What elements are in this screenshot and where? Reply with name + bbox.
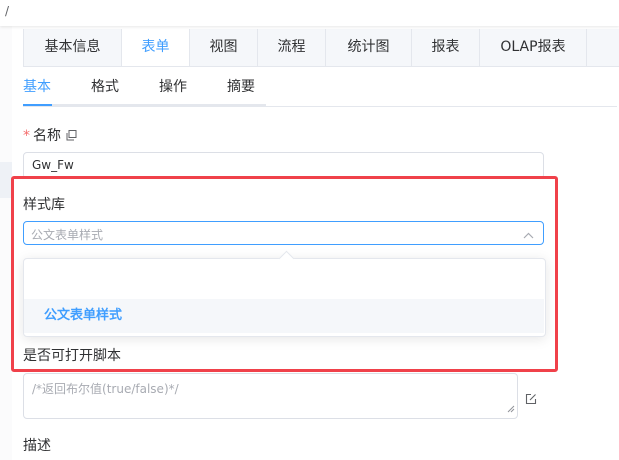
- subtab-ink-track: [23, 104, 266, 106]
- required-mark: *: [23, 128, 30, 144]
- name-label: * 名称: [23, 125, 77, 145]
- tab-form[interactable]: 表单: [122, 29, 190, 66]
- sub-tabs: 基本 格式 操作 摘要: [23, 67, 617, 107]
- style-library-dropdown: 公文表单样式: [23, 250, 546, 337]
- name-label-text: 名称: [33, 128, 61, 144]
- name-input[interactable]: Gw_Fw: [23, 152, 544, 179]
- subtab-summary[interactable]: 摘要: [227, 67, 255, 106]
- tab-olap-report[interactable]: OLAP报表: [480, 29, 587, 66]
- script-textarea[interactable]: /*返回布尔值(true/false)*/: [23, 373, 518, 419]
- script-label: 是否可打开脚本: [23, 348, 121, 364]
- style-library-select[interactable]: 公文表单样式: [23, 221, 544, 245]
- subtab-operation[interactable]: 操作: [159, 67, 187, 106]
- tab-report[interactable]: 报表: [412, 29, 480, 66]
- subtab-active-indicator: [23, 104, 52, 106]
- script-placeholder: /*返回布尔值(true/false)*/: [32, 382, 179, 396]
- tab-view[interactable]: 视图: [190, 29, 258, 66]
- tab-statistics-chart[interactable]: 统计图: [326, 29, 412, 66]
- resize-grip-icon[interactable]: [507, 402, 515, 416]
- edit-icon[interactable]: [525, 390, 537, 409]
- chevron-up-icon[interactable]: [523, 228, 534, 242]
- dropdown-arrow: [278, 250, 295, 267]
- main-tabs: 基本信息 表单 视图 流程 统计图 报表 OLAP报表: [23, 29, 619, 67]
- tab-workflow[interactable]: 流程: [258, 29, 326, 66]
- description-label: 描述: [23, 438, 51, 454]
- breadcrumb-separator: /: [5, 4, 10, 18]
- copy-icon[interactable]: [66, 129, 77, 145]
- subtab-format[interactable]: 格式: [91, 67, 119, 106]
- subtab-basic[interactable]: 基本: [23, 67, 51, 106]
- form-design-panel: 基本信息 表单 视图 流程 统计图 报表 OLAP报表 基本 格式 操作 摘要 …: [12, 26, 619, 460]
- sidebar-active-marker[interactable]: [0, 162, 12, 198]
- dropdown-option-official-doc-style[interactable]: 公文表单样式: [24, 299, 544, 333]
- tab-basic-info[interactable]: 基本信息: [24, 29, 122, 66]
- style-library-placeholder: 公文表单样式: [31, 228, 104, 242]
- top-bar: /: [0, 0, 619, 26]
- style-library-label: 样式库: [23, 197, 65, 213]
